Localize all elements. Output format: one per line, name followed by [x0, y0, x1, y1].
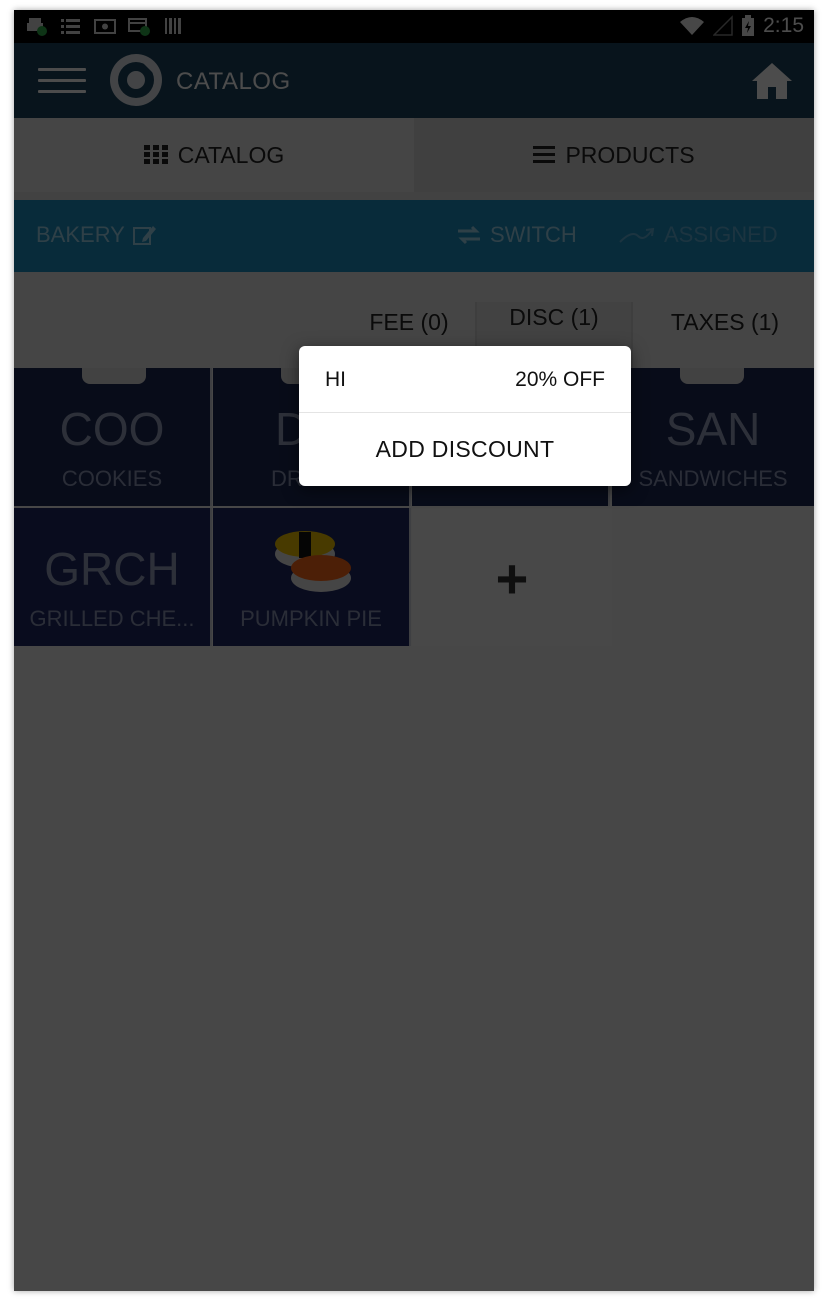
- printer-check-icon: [27, 18, 47, 36]
- discount-item[interactable]: HI 20% OFF: [299, 346, 631, 413]
- discount-value: 20% OFF: [515, 368, 605, 391]
- add-product-tile[interactable]: +: [412, 508, 612, 646]
- tile-notch: [680, 368, 744, 384]
- barcode-icon: [165, 18, 181, 34]
- status-bar: 2:15: [14, 10, 814, 43]
- status-notifications: [26, 16, 184, 36]
- fee-filter-button[interactable]: FEE (0): [344, 302, 474, 342]
- card-check-icon: [128, 18, 150, 36]
- discount-name: HI: [325, 368, 346, 391]
- tile-notch: [82, 368, 146, 384]
- menu-icon[interactable]: [38, 68, 86, 94]
- cash-icon: [94, 19, 116, 34]
- tile-abbr: GRCH: [44, 543, 180, 595]
- discount-popup: HI 20% OFF ADD DISCOUNT: [299, 346, 631, 486]
- add-discount-button[interactable]: ADD DISCOUNT: [299, 413, 631, 486]
- assigned-arrow-icon: [619, 227, 655, 243]
- wifi-icon: [680, 17, 705, 35]
- signal-icon: [713, 15, 733, 36]
- tile-abbr: SAN: [665, 403, 761, 455]
- page-title: CATALOG: [176, 68, 291, 95]
- switch-arrows-icon: [458, 225, 480, 245]
- status-system: 2:15: [679, 14, 804, 38]
- status-time: 2:15: [763, 14, 804, 37]
- edit-icon: [132, 226, 156, 245]
- tile-cookies[interactable]: COO COOKIES: [14, 368, 212, 506]
- app-bar: CATALOG: [14, 43, 814, 118]
- tile-sandwiches[interactable]: SAN SANDWICHES: [612, 368, 814, 506]
- tab-products-label: PRODUCTS: [565, 141, 695, 168]
- home-icon[interactable]: [750, 61, 794, 101]
- tile-name: COOKIES: [61, 466, 163, 491]
- taxes-filter-button[interactable]: TAXES (1): [635, 302, 814, 342]
- list-icon: [533, 146, 556, 163]
- plus-icon: +: [495, 547, 529, 610]
- sushi-image: [275, 531, 351, 592]
- tile-abbr: COO: [59, 403, 165, 455]
- view-tabs: CATALOG PRODUCTS: [14, 118, 814, 200]
- tile-pumpkin-pie[interactable]: PUMPKIN PIE: [213, 508, 411, 646]
- checklist-icon: [61, 19, 80, 34]
- battery-icon: [742, 15, 755, 36]
- grid-icon: [143, 145, 168, 164]
- tab-products[interactable]: PRODUCTS: [414, 118, 814, 192]
- assigned-label: ASSIGNED: [664, 222, 778, 247]
- tile-name: SANDWICHES: [638, 466, 788, 491]
- app-logo: [110, 54, 162, 106]
- category-bar: BAKERY SWITCH ASSIGNED: [14, 200, 814, 272]
- logo-ring-icon: [112, 56, 160, 104]
- tab-catalog-label: CATALOG: [177, 141, 285, 168]
- switch-button[interactable]: SWITCH: [456, 222, 577, 248]
- tile-name: GRILLED CHE...: [29, 606, 195, 631]
- device-screen: 2:15 CATALOG CATALOG PRODUCTS BAKERY SWI…: [14, 10, 814, 1291]
- assigned-button[interactable]: ASSIGNED: [618, 222, 778, 248]
- category-name-button[interactable]: BAKERY: [36, 222, 157, 248]
- tile-grilled-cheese[interactable]: GRCH GRILLED CHE...: [14, 508, 212, 646]
- tile-name: PUMPKIN PIE: [240, 606, 382, 631]
- category-name: BAKERY: [36, 222, 125, 247]
- tab-catalog[interactable]: CATALOG: [14, 118, 414, 192]
- switch-label: SWITCH: [490, 222, 577, 247]
